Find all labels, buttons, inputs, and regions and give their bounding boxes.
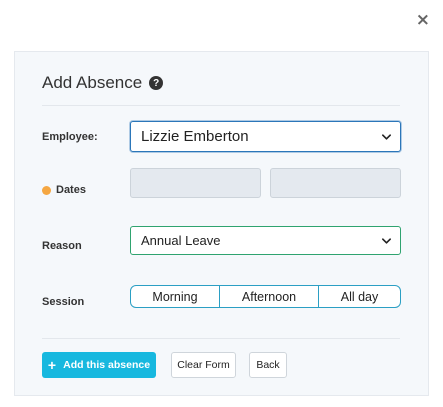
session-option-morning[interactable]: Morning [131,286,219,307]
close-icon[interactable]: × [416,12,430,29]
employee-label: Employee: [42,131,98,143]
required-dot [42,185,51,195]
end-date-input[interactable] [270,168,401,198]
chevron-down-icon [382,133,391,140]
add-absence-label: Add this absence [63,359,151,371]
clear-form-button[interactable]: Clear Form [171,352,236,378]
reason-label: Reason [42,240,82,252]
dialog-title-text: Add Absence [42,73,143,92]
session-option-afternoon[interactable]: Afternoon [219,286,318,307]
reason-select-value: Annual Leave [141,233,221,248]
actions-divider [42,338,400,339]
dialog-title: Add Absence ? [42,73,164,93]
help-icon[interactable]: ? [149,76,164,90]
chevron-down-icon [382,237,391,244]
employee-select[interactable]: Lizzie Emberton [130,121,401,152]
session-label: Session [42,296,85,308]
dates-label: Dates [42,184,86,196]
session-option-all-day[interactable]: All day [318,286,400,307]
plus-icon: + [47,357,57,373]
back-button[interactable]: Back [249,352,287,378]
title-divider [42,105,400,106]
add-absence-button[interactable]: + Add this absence [42,352,156,378]
session-toggle-group: Morning Afternoon All day [130,285,401,308]
add-absence-panel: Add Absence ? Employee: Lizzie Emberton … [14,51,429,396]
reason-select[interactable]: Annual Leave [130,226,401,255]
dates-label-text: Dates [56,184,86,196]
employee-select-value: Lizzie Emberton [141,128,249,145]
start-date-input[interactable] [130,168,261,198]
